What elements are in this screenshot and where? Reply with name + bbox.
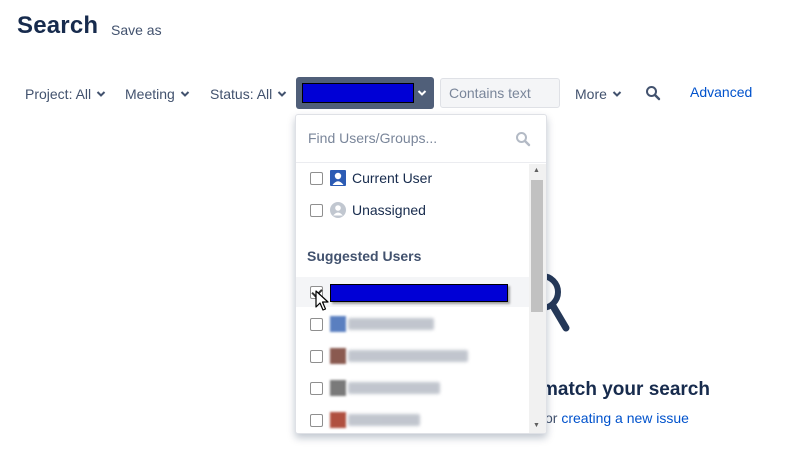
page-title: Search xyxy=(17,12,99,39)
checkbox[interactable] xyxy=(310,171,323,185)
contains-text-input[interactable] xyxy=(440,78,560,108)
suggested-user-selected[interactable] xyxy=(296,277,529,311)
checkbox[interactable] xyxy=(310,317,323,331)
chevron-down-icon xyxy=(278,91,287,97)
suggested-user[interactable] xyxy=(296,405,529,433)
redacted-user-name xyxy=(330,284,508,302)
unassigned-avatar-icon xyxy=(330,202,346,218)
checkbox[interactable] xyxy=(310,349,323,363)
option-label: Current User xyxy=(352,170,433,186)
find-users-box xyxy=(296,115,546,163)
blurred-user-name xyxy=(348,350,468,362)
project-filter-label: Project: All xyxy=(25,86,92,102)
suggested-user[interactable] xyxy=(296,373,529,403)
create-issue-link[interactable]: creating a new issue xyxy=(561,410,689,426)
advanced-link[interactable]: Advanced xyxy=(690,84,752,100)
assignee-filter-button[interactable] xyxy=(296,77,434,109)
empty-state-heading: match your search xyxy=(541,379,710,400)
project-filter[interactable]: Project: All xyxy=(25,84,106,104)
find-users-input[interactable] xyxy=(306,125,506,151)
more-filter-label: More xyxy=(575,86,607,102)
redacted-assignee-value xyxy=(302,83,414,103)
scroll-up-arrow-icon[interactable]: ▲ xyxy=(533,166,540,176)
chevron-down-icon xyxy=(417,90,427,96)
suggested-user[interactable] xyxy=(296,309,529,339)
search-icon[interactable] xyxy=(645,85,661,101)
save-as-link[interactable]: Save as xyxy=(111,22,162,38)
option-label: Unassigned xyxy=(352,202,426,218)
status-filter-label: Status: All xyxy=(210,86,273,102)
status-filter[interactable]: Status: All xyxy=(210,84,287,104)
blurred-avatar xyxy=(330,316,346,332)
blurred-avatar xyxy=(330,380,346,396)
suggested-user[interactable] xyxy=(296,341,529,371)
blurred-avatar xyxy=(330,348,346,364)
chevron-down-icon xyxy=(612,91,622,97)
checkbox[interactable] xyxy=(310,413,323,427)
chevron-down-icon xyxy=(180,91,190,97)
checkbox[interactable] xyxy=(310,381,323,395)
blurred-user-name xyxy=(348,382,440,394)
option-current-user[interactable]: Current User xyxy=(296,163,529,193)
blurred-avatar xyxy=(330,412,346,428)
user-avatar-icon xyxy=(330,170,346,186)
chevron-down-icon xyxy=(96,91,106,97)
blurred-user-name xyxy=(348,318,434,330)
scroll-thumb[interactable] xyxy=(531,180,543,312)
search-icon xyxy=(516,132,531,147)
scroll-down-arrow-icon[interactable]: ▼ xyxy=(533,421,540,431)
more-filter[interactable]: More xyxy=(575,84,622,104)
option-unassigned[interactable]: Unassigned xyxy=(296,195,529,225)
dropdown-scrollbar[interactable]: ▲ ▼ xyxy=(529,164,546,433)
empty-state-subtext: or creating a new issue xyxy=(545,410,689,426)
checkbox[interactable] xyxy=(310,203,323,217)
meeting-filter-label: Meeting xyxy=(125,86,175,102)
user-picker-dropdown: Current User Unassigned Suggested Users xyxy=(295,114,547,434)
meeting-filter[interactable]: Meeting xyxy=(125,84,190,104)
blurred-user-name xyxy=(348,414,420,426)
empty-state-prefix: or xyxy=(545,410,562,426)
suggested-users-heading: Suggested Users xyxy=(307,248,422,264)
